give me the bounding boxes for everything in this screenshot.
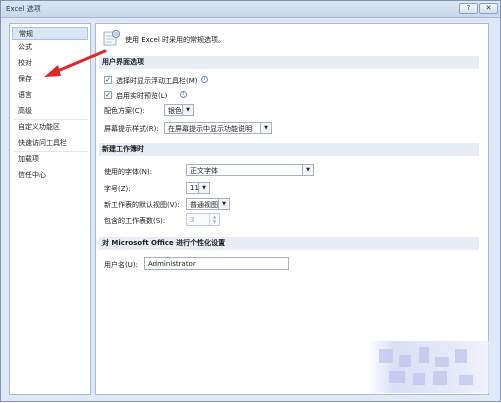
sidebar-item-customize-ribbon[interactable]: 自定义功能区 bbox=[12, 121, 88, 134]
spinner-arrows-icon: ▲ ▼ bbox=[209, 214, 219, 225]
username-label: 用户名(U): bbox=[104, 261, 138, 269]
color-scheme-select[interactable]: 银色 ▼ bbox=[164, 104, 194, 116]
section-header-new-workbook: 新建工作簿时 bbox=[99, 143, 479, 156]
settings-gear-icon bbox=[103, 30, 120, 46]
blurred-region bbox=[369, 341, 489, 393]
sidebar-item-proofing[interactable]: 校对 bbox=[12, 57, 88, 70]
excel-options-dialog: Excel 选项 ? ✕ 常规 公式 校对 保存 语言 高级 自定义功能区 快速… bbox=[0, 0, 501, 402]
title-bar: Excel 选项 ? ✕ bbox=[1, 1, 500, 18]
mini-toolbar-checkbox[interactable]: ✓ bbox=[104, 76, 112, 84]
live-preview-label: 启用实时预览(L) bbox=[116, 92, 168, 100]
window-title: Excel 选项 bbox=[6, 5, 41, 13]
sidebar-item-general[interactable]: 常规 bbox=[12, 27, 88, 40]
sidebar-item-quick-access-toolbar[interactable]: 快速访问工具栏 bbox=[12, 137, 88, 150]
close-button[interactable]: ✕ bbox=[479, 3, 498, 14]
sidebar-item-save[interactable]: 保存 bbox=[12, 73, 88, 86]
default-view-label: 新工作表的默认视图(V): bbox=[104, 201, 180, 209]
default-view-select[interactable]: 普通视图 ▼ bbox=[186, 198, 230, 210]
screentip-style-select[interactable]: 在屏幕提示中显示功能说明 ▼ bbox=[164, 122, 272, 134]
sheet-count-label: 包含的工作表数(S): bbox=[104, 217, 166, 225]
live-preview-checkbox[interactable]: ✓ bbox=[104, 91, 112, 99]
default-view-value: 普通视图 bbox=[190, 201, 218, 209]
help-button[interactable]: ? bbox=[459, 3, 478, 14]
sheet-count-spinner[interactable]: 3 ▲ ▼ bbox=[186, 213, 220, 226]
default-font-value: 正文字体 bbox=[190, 167, 218, 175]
section-header-personalize: 对 Microsoft Office 进行个性化设置 bbox=[99, 237, 479, 250]
default-font-label: 使用的字体(N): bbox=[104, 168, 153, 176]
color-scheme-label: 配色方案(C): bbox=[104, 107, 145, 115]
section-header-ui-options: 用户界面选项 bbox=[99, 56, 479, 69]
screentip-style-value: 在屏幕提示中显示功能说明 bbox=[168, 125, 252, 133]
mini-toolbar-label: 选择时显示浮动工具栏(M) bbox=[116, 77, 198, 85]
screentip-style-label: 屏幕提示样式(R): bbox=[104, 125, 159, 133]
sidebar-item-add-ins[interactable]: 加载项 bbox=[12, 153, 88, 166]
color-scheme-value: 银色 bbox=[168, 107, 182, 115]
sidebar-item-advanced[interactable]: 高级 bbox=[12, 105, 88, 118]
chevron-down-icon: ▼ bbox=[198, 183, 209, 193]
font-size-label: 字号(Z): bbox=[104, 185, 131, 193]
info-icon: i bbox=[201, 76, 208, 83]
intro-description: 使用 Excel 时采用的常规选项。 bbox=[125, 36, 225, 44]
chevron-down-icon: ▼ bbox=[302, 165, 313, 175]
sidebar: 常规 公式 校对 保存 语言 高级 自定义功能区 快速访问工具栏 加载项 信任中… bbox=[9, 23, 91, 395]
chevron-down-icon: ▼ bbox=[218, 199, 229, 209]
sidebar-item-formulas[interactable]: 公式 bbox=[12, 41, 88, 54]
username-input[interactable]: Administrator bbox=[144, 257, 289, 270]
username-value: Administrator bbox=[148, 260, 196, 268]
sidebar-item-language[interactable]: 语言 bbox=[12, 89, 88, 102]
sidebar-divider bbox=[14, 151, 88, 152]
sheet-count-value: 3 bbox=[190, 216, 195, 224]
sidebar-divider bbox=[14, 119, 88, 120]
info-icon: i bbox=[180, 91, 187, 98]
sidebar-item-trust-center[interactable]: 信任中心 bbox=[12, 169, 88, 182]
general-options-panel: 使用 Excel 时采用的常规选项。 用户界面选项 ✓ 选择时显示浮动工具栏(M… bbox=[95, 23, 489, 395]
default-font-select[interactable]: 正文字体 ▼ bbox=[186, 164, 314, 176]
font-size-select[interactable]: 11 ▼ bbox=[186, 182, 210, 194]
chevron-down-icon: ▼ bbox=[260, 123, 271, 133]
chevron-down-icon: ▼ bbox=[182, 105, 193, 115]
